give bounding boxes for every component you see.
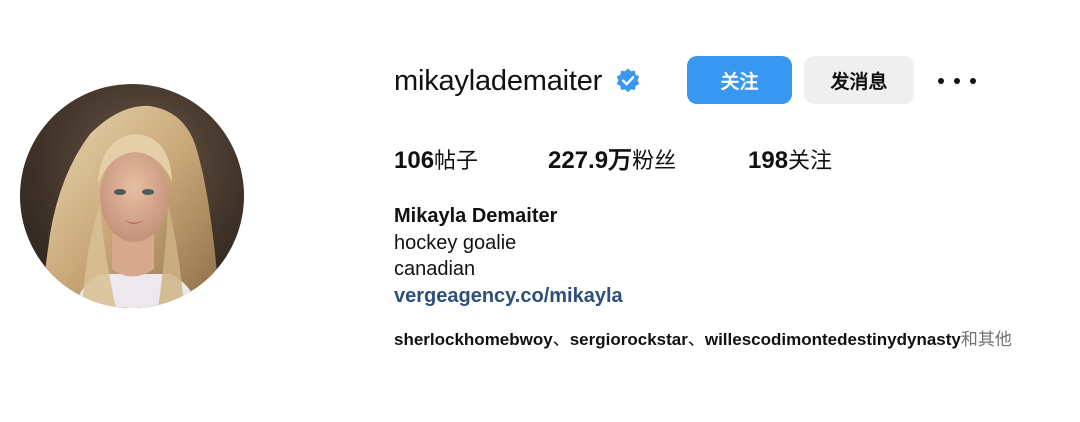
posts-count: 106 — [394, 147, 435, 174]
profile-avatar[interactable] — [20, 84, 244, 308]
followed-by-others[interactable]: 和其他 — [961, 330, 1012, 350]
username-row: mikaylademaiter — [394, 56, 642, 106]
bio-line: hockey goalie — [394, 232, 517, 254]
stat-followers[interactable]: 227.9万粉丝 — [548, 143, 676, 180]
profile-page: mikaylademaiter 关注 发消息 106帖子 227.9万粉丝 19… — [0, 0, 1080, 422]
following-count: 198 — [748, 147, 789, 174]
followed-by: sherlockhomebwoy、sergiorockstar、willesco… — [394, 327, 1080, 353]
followed-by-separator: 、 — [687, 330, 705, 350]
profile-bio: Mikayla Demaiter hockey goalie canadian … — [394, 203, 1074, 310]
followers-count: 227.9万 — [548, 147, 633, 174]
stat-following[interactable]: 198关注 — [748, 143, 832, 180]
username: mikaylademaiter — [394, 64, 603, 97]
message-button[interactable]: 发消息 — [804, 56, 914, 104]
following-label: 关注 — [788, 149, 833, 174]
bio-line: canadian — [394, 258, 476, 280]
followed-by-separator: 、 — [552, 330, 570, 350]
verified-badge-icon — [614, 67, 642, 95]
followers-label: 粉丝 — [632, 149, 677, 174]
more-dot — [970, 78, 976, 84]
more-dot — [954, 78, 960, 84]
followed-by-user[interactable]: sergiorockstar — [570, 330, 688, 349]
posts-label: 帖子 — [434, 149, 479, 174]
more-dot — [938, 78, 944, 84]
followed-by-user[interactable]: sherlockhomebwoy — [394, 330, 553, 349]
follow-button[interactable]: 关注 — [687, 56, 792, 104]
bio-external-link[interactable]: vergeagency.co/mikayla — [394, 282, 623, 310]
more-options-icon[interactable] — [938, 68, 976, 94]
full-name: Mikayla Demaiter — [394, 205, 558, 227]
stat-posts: 106帖子 — [394, 143, 478, 180]
followed-by-user[interactable]: willescodimontedestinydynasty — [705, 330, 961, 349]
